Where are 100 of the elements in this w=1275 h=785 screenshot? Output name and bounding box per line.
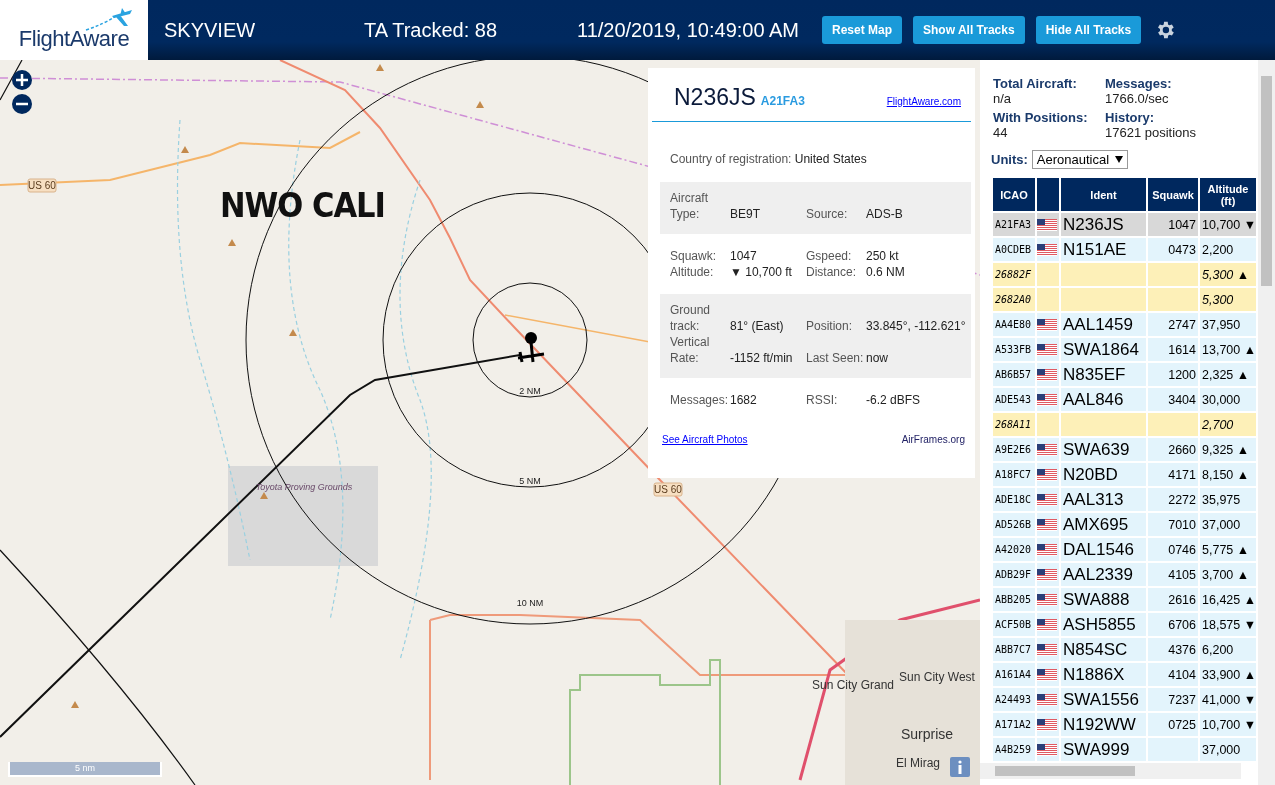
icao-cell: A24493: [993, 688, 1035, 711]
icao-cell: A4B259: [993, 738, 1035, 761]
ident-cell: DAL1546: [1061, 538, 1146, 561]
range-ring-label: 10 NM: [516, 598, 544, 608]
flag-icon: [1037, 693, 1057, 706]
field-label: Last Seen:: [806, 350, 865, 366]
field-value: ▼ 10,700 ft: [730, 264, 793, 280]
flag-icon: [1037, 668, 1057, 681]
road-shield: US 60: [653, 482, 683, 497]
stat-text: With Positions: 44: [993, 110, 1089, 140]
icao-cell: A18FC7: [993, 463, 1035, 486]
ident-cell: N236JS: [1061, 213, 1146, 236]
icao-cell: AA4E80: [993, 313, 1035, 336]
altitude-cell: 41,000 ▼: [1200, 688, 1256, 711]
flag-cell: [1037, 413, 1059, 436]
map-place-label: El Mirag: [896, 756, 940, 770]
plane-logo-icon: [84, 6, 134, 32]
field-value: 1047: [730, 248, 758, 264]
field-label: Position:: [806, 318, 854, 334]
info-icon[interactable]: [950, 757, 970, 777]
icao-cell: A42020: [993, 538, 1035, 561]
altitude-cell: 37,950: [1200, 313, 1256, 336]
vertical-scrollbar[interactable]: [1258, 60, 1275, 785]
flag-icon: [1037, 743, 1057, 756]
squawk-cell: 4104: [1148, 663, 1198, 686]
altitude-cell: 5,300: [1200, 288, 1256, 311]
ident-cell: N1886X: [1061, 663, 1146, 686]
squawk-cell: 0746: [1148, 538, 1198, 561]
altitude-cell: 10,700 ▼: [1200, 713, 1256, 736]
squawk-cell: 2272: [1148, 488, 1198, 511]
altitude-cell: 9,325 ▲: [1200, 438, 1256, 461]
flag-icon: [1037, 443, 1057, 456]
icao-cell: ABB7C7: [993, 638, 1035, 661]
icao-cell: A9E2E6: [993, 438, 1035, 461]
flag-icon: [1037, 543, 1057, 556]
map-place-label: Surprise: [900, 726, 954, 742]
squawk-cell: [1148, 288, 1198, 311]
units-label: Units:: [991, 152, 1028, 167]
altitude-cell: 2,700: [1200, 413, 1256, 436]
icao-cell: AD526B: [993, 513, 1035, 536]
ident-cell: N151AE: [1061, 238, 1146, 261]
ident-cell: SWA1864: [1061, 338, 1146, 361]
ident-cell: AAL313: [1061, 488, 1146, 511]
field-value: 33.845°, -112.621°: [866, 318, 967, 334]
flag-icon: [1037, 393, 1057, 406]
logo-text: FlightAware: [18, 26, 130, 52]
icao-cell: AB6B57: [993, 363, 1035, 386]
icao-cell: A21FA3: [993, 213, 1035, 236]
altitude-cell: 3,700 ▲: [1200, 563, 1256, 586]
ident-cell: SWA639: [1061, 438, 1146, 461]
popup-ident: N236JS: [674, 84, 756, 111]
airframes-link[interactable]: AirFrames.org: [901, 434, 965, 445]
column-header[interactable]: Ident: [1061, 178, 1146, 211]
road-shield: US 60: [27, 178, 57, 193]
horizontal-scrollbar[interactable]: [980, 763, 1241, 779]
altitude-cell: 37,000: [1200, 513, 1256, 536]
ident-cell: ASH5855: [1061, 613, 1146, 636]
squawk-cell: 2747: [1148, 313, 1198, 336]
flag-icon: [1037, 593, 1057, 606]
icao-cell: ADE18C: [993, 488, 1035, 511]
ident-cell: SWA888: [1061, 588, 1146, 611]
popup-icao: A21FA3: [760, 94, 805, 108]
icao-cell: A533FB: [993, 338, 1035, 361]
field-label: Vertical Rate:: [670, 334, 711, 366]
squawk-cell: 0725: [1148, 713, 1198, 736]
column-header[interactable]: ICAO: [993, 178, 1035, 211]
field-label: Source:: [806, 206, 849, 222]
icao-cell: A0CDEB: [993, 238, 1035, 261]
squawk-cell: 2660: [1148, 438, 1198, 461]
field-label: Gspeed:: [806, 248, 853, 264]
altitude-cell: 8,150 ▲: [1200, 463, 1256, 486]
altitude-cell: 10,700 ▼: [1200, 213, 1256, 236]
stat-text: Messages: 1766.0/sec: [1105, 76, 1173, 106]
stat-text: Total Aircraft: n/a: [993, 76, 1078, 106]
squawk-cell: 0473: [1148, 238, 1198, 261]
flag-icon: [1037, 518, 1057, 531]
units-select[interactable]: Aeronautical: [1031, 150, 1129, 169]
field-value: now: [866, 350, 889, 366]
field-label: Aircraft Type:: [670, 190, 709, 222]
scale-bar: 5 nm: [8, 762, 162, 777]
squawk-cell: [1148, 738, 1198, 761]
field-value: 0.6 NM: [866, 264, 906, 280]
icao-cell: ADB29F: [993, 563, 1035, 586]
column-header[interactable]: Altitude (ft): [1200, 178, 1256, 211]
icao-cell: A161A4: [993, 663, 1035, 686]
range-ring-label: 2 NM: [519, 386, 541, 396]
icao-cell: 26882F: [993, 263, 1035, 286]
squawk-cell: 7237: [1148, 688, 1198, 711]
field-label: Country of registration:: [670, 152, 792, 166]
field-value: 250 kt: [866, 248, 900, 264]
flag-icon: [1037, 718, 1057, 731]
flightaware-link[interactable]: FlightAware.com: [886, 96, 961, 107]
ident-cell: N835EF: [1061, 363, 1146, 386]
altitude-cell: 6,200: [1200, 638, 1256, 661]
field-value: United States: [794, 152, 867, 166]
icao-cell: ADE543: [993, 388, 1035, 411]
squawk-cell: [1148, 263, 1198, 286]
altitude-cell: 5,775 ▲: [1200, 538, 1256, 561]
column-header[interactable]: Squawk: [1148, 178, 1198, 211]
photos-link[interactable]: See Aircraft Photos: [662, 434, 748, 445]
